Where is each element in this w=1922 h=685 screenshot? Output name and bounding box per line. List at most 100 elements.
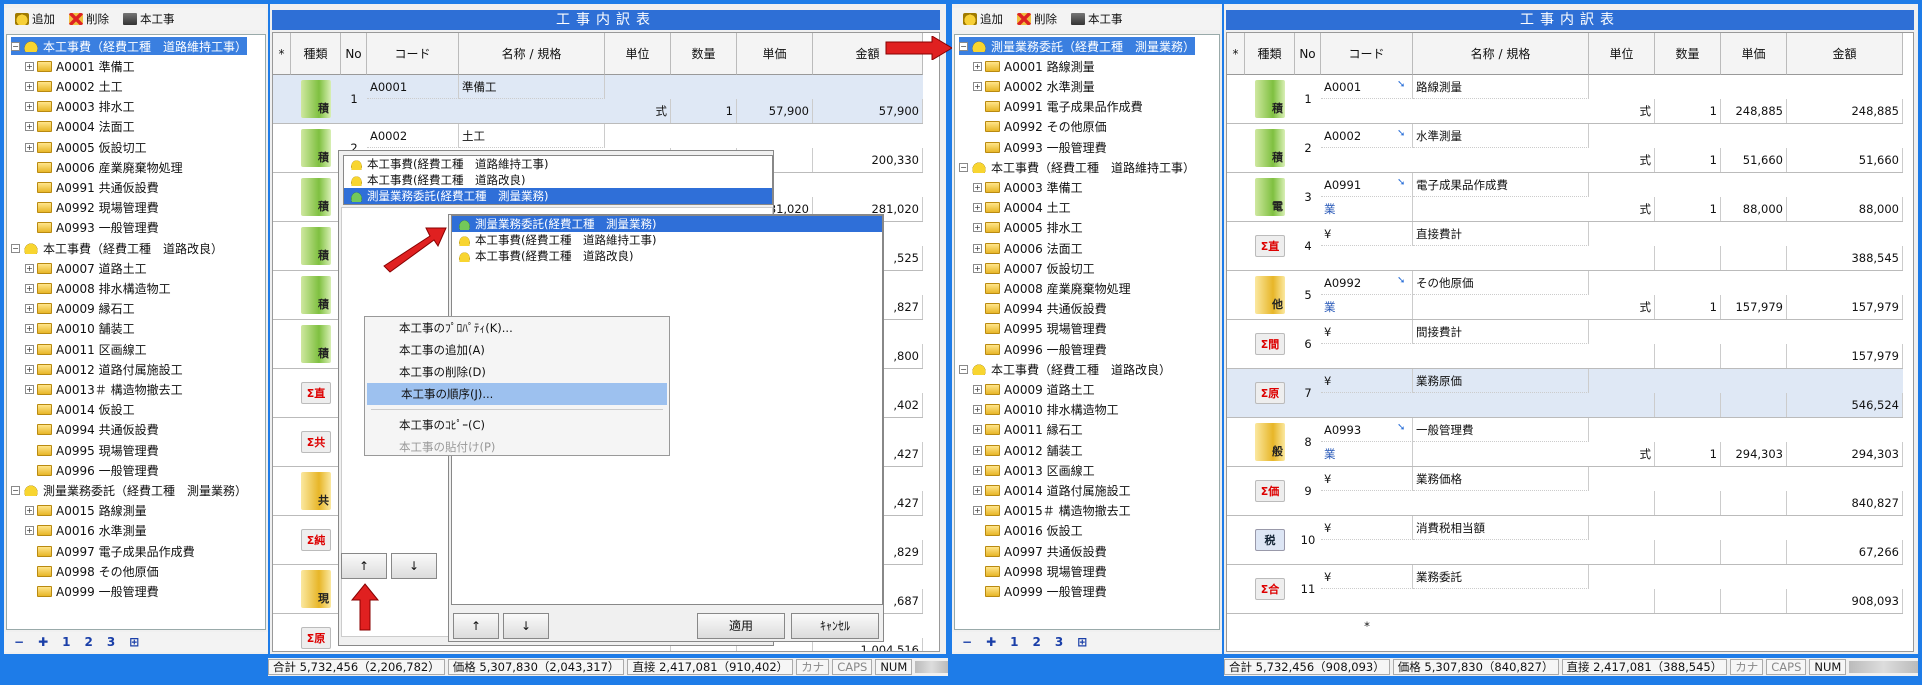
- tree-node[interactable]: + A0002 水準測量: [973, 77, 1095, 95]
- expand-button[interactable]: ✚: [38, 635, 48, 649]
- tree-node[interactable]: A0997 共通仮設費: [973, 542, 1107, 560]
- column-header-name[interactable]: 名称 / 規格: [1413, 33, 1589, 75]
- tree-node[interactable]: A0991 電子成果品作成費: [973, 98, 1143, 116]
- menu-order[interactable]: 本工事の順序(J)...: [367, 383, 667, 405]
- cell-name[interactable]: 業務委託: [1413, 565, 1589, 589]
- column-header-kind[interactable]: 種類: [291, 33, 341, 75]
- menu-delete[interactable]: 本工事の削除(D): [365, 361, 669, 383]
- expand-icon[interactable]: +: [25, 384, 34, 394]
- tree-node[interactable]: A0998 現場管理費: [973, 562, 1107, 580]
- tree-node[interactable]: A0999 一般管理費: [973, 582, 1107, 600]
- cell-name[interactable]: 消費税相当額: [1413, 516, 1589, 540]
- table-row[interactable]: Σ直 4 ¥ 直接費計 388,545: [1227, 222, 1903, 271]
- tree-node[interactable]: A0016 仮設工: [973, 522, 1083, 540]
- column-header-name[interactable]: 名称 / 規格: [459, 33, 605, 75]
- tree-node[interactable]: A0992 その他原価: [973, 118, 1107, 136]
- expand-icon[interactable]: +: [25, 506, 34, 516]
- cell-qty[interactable]: [1655, 344, 1721, 368]
- cell-price[interactable]: 294,303: [1721, 442, 1787, 466]
- collapse-icon[interactable]: −: [959, 364, 968, 374]
- expand-icon[interactable]: +: [25, 324, 34, 334]
- expand-icon[interactable]: +: [25, 526, 34, 536]
- cell-qty[interactable]: [1655, 246, 1721, 270]
- table-row[interactable]: 般 8 A0993 一般管理費式 1 294,303 294,303 ➘ 業: [1227, 418, 1903, 467]
- cell-amount[interactable]: 388,545: [1787, 246, 1903, 270]
- grid-icon[interactable]: ⊞: [129, 635, 139, 649]
- work-button[interactable]: 本工事: [118, 10, 180, 28]
- column-header-unit[interactable]: 単位: [1589, 33, 1655, 75]
- cell-unit[interactable]: [1589, 589, 1655, 613]
- cell-price[interactable]: [1721, 491, 1787, 515]
- tree-node[interactable]: + A0011 縁石工: [973, 421, 1083, 439]
- work-button-right[interactable]: 本工事: [1066, 10, 1128, 28]
- tree-node[interactable]: + A0015 路線測量: [25, 502, 147, 520]
- tree-node[interactable]: A0995 現場管理費: [973, 320, 1107, 338]
- tree-node[interactable]: A0992 現場管理費: [25, 199, 159, 217]
- column-header-no[interactable]: No: [1295, 33, 1321, 75]
- cell-price[interactable]: 157,979: [1721, 295, 1787, 319]
- tree-node[interactable]: A0014 仮設工: [25, 401, 135, 419]
- tree-node[interactable]: + A0016 水準測量: [25, 522, 147, 540]
- tree-node[interactable]: A0996 一般管理費: [25, 461, 159, 479]
- expand-icon[interactable]: +: [25, 283, 34, 293]
- cell-qty[interactable]: [1655, 589, 1721, 613]
- delete-button[interactable]: 削除: [64, 10, 114, 28]
- link-arrow-icon[interactable]: ➘: [1397, 79, 1405, 90]
- tree-node[interactable]: + A0011 区画線工: [25, 340, 147, 358]
- tree-node[interactable]: + A0002 土工: [25, 77, 123, 95]
- menu-add[interactable]: 本工事の追加(A): [365, 339, 669, 361]
- cell-qty[interactable]: [1655, 540, 1721, 564]
- cell-qty[interactable]: [1655, 491, 1721, 515]
- cell-amount[interactable]: 88,000: [1787, 197, 1903, 221]
- cell-unit[interactable]: 式: [1589, 99, 1655, 123]
- column-header-star[interactable]: *: [1227, 33, 1245, 75]
- collapse-icon[interactable]: −: [11, 41, 20, 51]
- cell-amount[interactable]: 157,979: [1787, 344, 1903, 368]
- tree-node[interactable]: A0008 産業廃棄物処理: [973, 279, 1131, 297]
- cell-unit[interactable]: 式: [1589, 148, 1655, 172]
- link-arrow-icon[interactable]: ➘: [1397, 177, 1405, 188]
- expand-icon[interactable]: +: [973, 425, 982, 435]
- tree-node[interactable]: A0995 現場管理費: [25, 441, 159, 459]
- delete-button-right[interactable]: 削除: [1012, 10, 1062, 28]
- expand-icon[interactable]: +: [25, 304, 34, 314]
- cell-name[interactable]: 準備工: [459, 75, 605, 99]
- expand-icon[interactable]: +: [25, 102, 34, 112]
- cancel-button[interactable]: ｷｬﾝｾﾙ: [791, 613, 879, 639]
- table-row[interactable]: 税 10 ¥ 消費税相当額 67,266: [1227, 516, 1903, 565]
- cell-amount[interactable]: 57,900: [813, 99, 923, 123]
- tree-node[interactable]: + A0007 仮設切工: [973, 259, 1095, 277]
- move-up-button-1[interactable]: ↑: [341, 553, 387, 579]
- right-tree[interactable]: − 測量業務委託（経費工種 測量業務） + A0001 路線測量 + A0002 水準測量…: [954, 34, 1220, 630]
- column-header-no[interactable]: No: [341, 33, 367, 75]
- menu-copy[interactable]: 本工事のｺﾋﾟｰ(C): [365, 414, 669, 436]
- table-row[interactable]: Σ原 7 ¥ 業務原価 546,524: [1227, 369, 1903, 418]
- order-list-item[interactable]: 本工事費(経費工種 道路維持工事): [452, 232, 882, 248]
- table-row[interactable]: Σ合 11 ¥ 業務委託 908,093: [1227, 565, 1903, 614]
- tree-node[interactable]: + A0001 路線測量: [973, 57, 1095, 75]
- column-header-code[interactable]: コード: [1321, 33, 1413, 75]
- tree-node[interactable]: + A0007 道路土工: [25, 259, 147, 277]
- expand-icon[interactable]: +: [973, 81, 982, 91]
- cell-unit[interactable]: [1589, 491, 1655, 515]
- cell-name[interactable]: 路線測量: [1413, 75, 1589, 99]
- cell-name[interactable]: 一般管理費: [1413, 418, 1589, 442]
- cell-name[interactable]: 直接費計: [1413, 222, 1589, 246]
- cell-price[interactable]: [1721, 393, 1787, 417]
- cell-code[interactable]: A0002: [367, 124, 459, 148]
- cell-name[interactable]: 電子成果品作成費: [1413, 173, 1589, 197]
- cell-name[interactable]: 間接費計: [1413, 320, 1589, 344]
- column-header-price[interactable]: 単価: [737, 33, 813, 75]
- expand-icon[interactable]: +: [25, 61, 34, 71]
- cell-qty[interactable]: 1: [671, 99, 737, 123]
- collapse-button[interactable]: −: [14, 635, 24, 649]
- cell-price[interactable]: 51,660: [1721, 148, 1787, 172]
- collapse-icon[interactable]: −: [11, 243, 20, 253]
- cell-price[interactable]: [1721, 540, 1787, 564]
- tree-node[interactable]: + A0010 舗装工: [25, 320, 135, 338]
- column-header-star[interactable]: *: [273, 33, 291, 75]
- cell-amount[interactable]: 157,979: [1787, 295, 1903, 319]
- link-arrow-icon[interactable]: ➘: [1397, 275, 1405, 286]
- tree-node[interactable]: + A0009 縁石工: [25, 300, 135, 318]
- move-down-button-2[interactable]: ↓: [503, 613, 549, 639]
